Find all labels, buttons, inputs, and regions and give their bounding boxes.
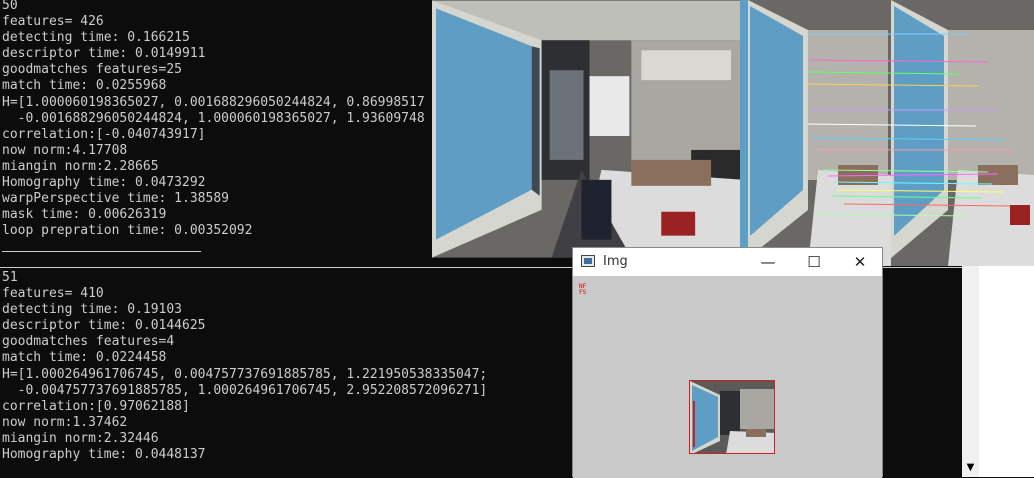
red-label-line-2: FS [579,289,587,296]
console-line: correlation:[-0.040743917] [2,126,206,142]
console-line: match time: 0.0224458 [2,350,167,366]
minimize-button[interactable]: — [745,248,791,276]
console-line: miangin norm:2.32446 [2,430,159,446]
console-line: match time: 0.0255968 [2,78,167,94]
console-line: descriptor time: 0.0149911 [2,46,206,62]
console-line: warpPerspective time: 1.38589 [2,191,229,207]
console-line: H=[1.000264961706745, 0.0047577376918857… [2,366,488,382]
console-line: 50 [2,0,18,13]
console-line: descriptor time: 0.0144625 [2,318,206,334]
img-window-title: Img [603,254,628,269]
minimize-icon: — [760,253,776,271]
img-window-titlebar[interactable]: Img — ☐ ✕ [573,248,882,276]
scroll-down-arrow-icon[interactable]: ▼ [962,461,979,475]
console-line: Homography time: 0.0448137 [2,447,206,463]
console-line: detecting time: 0.166215 [2,30,190,46]
console-line: loop prepration time: 0.00352092 [2,223,253,239]
separator-line [2,251,201,252]
app-icon [581,255,595,267]
warped-frame-image [432,0,746,258]
console-line: Homography time: 0.0473292 [2,175,206,191]
console-line: H=[1.000060198365027, 0.0016882960502448… [2,94,425,110]
close-icon: ✕ [853,253,867,271]
console-log-block-2: 51 features= 410 detecting time: 0.19103 de… [2,270,487,463]
red-label: NF FS [579,284,586,296]
console-line: features= 410 [2,286,104,302]
console-line: features= 426 [2,14,104,30]
maximize-button[interactable]: ☐ [791,248,837,276]
console-line: correlation:[0.97062188] [2,398,190,414]
console-line: miangin norm:2.28665 [2,158,159,174]
console-line: detecting time: 0.19103 [2,302,183,318]
console-line: -0.004757737691885785, 1.000264961706745… [2,382,488,398]
match-source-image [740,0,748,258]
maximize-icon: ☐ [807,253,821,271]
console-line: 51 [2,270,18,285]
feature-matches-image [748,0,1034,266]
console-line: now norm:4.17708 [2,142,128,158]
console-line: mask time: 0.00626319 [2,207,167,223]
img-window[interactable]: Img — ☐ ✕ NF FS [572,247,883,478]
console-line: now norm:1.37462 [2,414,128,430]
img-window-canvas: NF FS [573,276,882,478]
mask-thumbnail-image [689,380,775,454]
console-log-block-1: 50 features= 426 detecting time: 0.166215 d… [2,0,425,239]
close-button[interactable]: ✕ [837,248,883,276]
console-line: -0.001688296050244824, 1.000060198365027… [2,110,425,126]
console-line: goodmatches features=4 [2,334,175,350]
console-line: goodmatches features=25 [2,62,183,78]
